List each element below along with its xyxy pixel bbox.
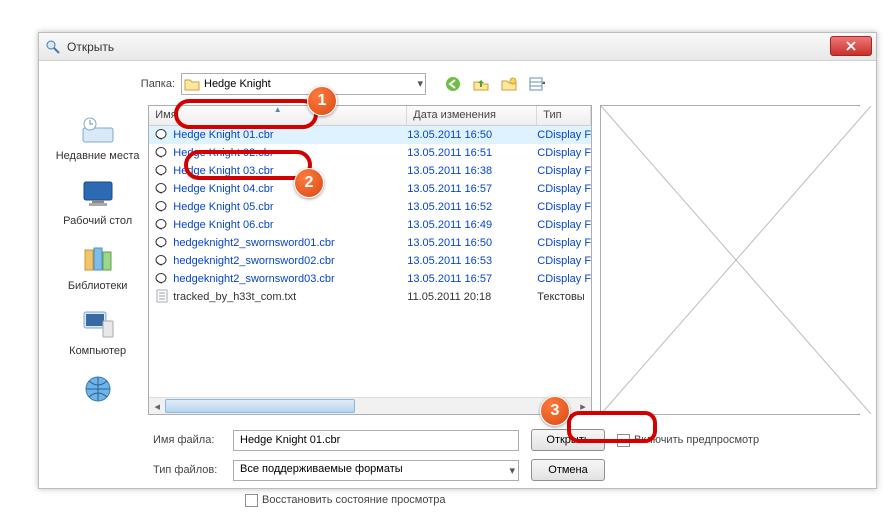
file-name: Hedge Knight 02.cbr — [173, 147, 273, 159]
place-desktop[interactable]: Рабочий стол — [47, 174, 148, 229]
file-date: 13.05.2011 16:49 — [407, 219, 537, 231]
window-title: Открыть — [67, 40, 114, 54]
computer-icon — [80, 306, 116, 342]
file-icon — [155, 289, 169, 306]
file-date: 13.05.2011 16:50 — [407, 237, 537, 249]
file-type: CDisplay F — [537, 237, 591, 249]
scroll-right-icon[interactable]: ▸ — [575, 398, 591, 415]
filetype-combo[interactable]: Все поддерживаемые форматы▾ — [233, 460, 519, 481]
file-row[interactable]: Hedge Knight 05.cbr 13.05.2011 16:52CDisp… — [149, 198, 591, 216]
file-row[interactable]: Hedge Knight 01.cbr 13.05.2011 16:50CDisp… — [149, 126, 591, 144]
file-date: 13.05.2011 16:57 — [407, 273, 537, 285]
file-date: 13.05.2011 16:38 — [407, 165, 537, 177]
file-name: Hedge Knight 03.cbr — [173, 165, 273, 177]
view-mode-button[interactable] — [526, 73, 548, 95]
checkbox-icon — [245, 494, 258, 507]
file-type: CDisplay F — [537, 129, 591, 141]
file-row[interactable]: tracked_by_h33t_com.txt 11.05.2011 20:18Т… — [149, 288, 591, 306]
annotation-badge-3: 3 — [540, 396, 570, 426]
folder-combo[interactable]: ▾ — [181, 73, 426, 95]
app-icon — [45, 39, 61, 55]
close-button[interactable] — [830, 36, 872, 56]
file-date: 13.05.2011 16:51 — [407, 147, 537, 159]
scroll-thumb[interactable] — [165, 399, 355, 413]
file-type: CDisplay F — [537, 147, 591, 159]
column-date[interactable]: Дата изменения — [407, 106, 537, 125]
file-row[interactable]: Hedge Knight 03.cbr 13.05.2011 16:38CDisp… — [149, 162, 591, 180]
file-icon — [155, 235, 169, 252]
file-row[interactable]: hedgeknight2_swornsword03.cbr 13.05.2011 … — [149, 270, 591, 288]
file-type: CDisplay F — [537, 255, 591, 267]
preview-pane — [600, 105, 860, 415]
file-date: 13.05.2011 16:50 — [407, 129, 537, 141]
restore-checkbox[interactable]: Восстановить состояние просмотра — [245, 494, 446, 507]
file-list: Имя▲ Дата изменения Тип Hedge Knight 01.… — [148, 105, 592, 415]
file-icon — [155, 217, 169, 234]
file-type: CDisplay F — [537, 183, 591, 195]
back-button[interactable] — [442, 73, 464, 95]
up-button[interactable] — [470, 73, 492, 95]
annotation-badge-2: 2 — [294, 168, 324, 198]
annotation-badge-1: 1 — [307, 86, 337, 116]
file-icon — [155, 271, 169, 288]
recent-icon — [80, 111, 116, 147]
folder-label: Папка: — [99, 78, 175, 90]
file-date: 13.05.2011 16:53 — [407, 255, 537, 267]
file-icon — [155, 145, 169, 162]
file-type: CDisplay F — [537, 165, 591, 177]
cancel-button[interactable]: Отмена — [531, 459, 605, 481]
file-icon — [155, 163, 169, 180]
file-date: 11.05.2011 20:18 — [407, 291, 537, 303]
filetype-label: Тип файлов: — [153, 464, 233, 476]
horizontal-scrollbar[interactable]: ◂ ▸ — [149, 397, 591, 414]
preview-checkbox[interactable]: Включить предпросмотр — [617, 434, 759, 447]
folder-input[interactable] — [181, 73, 426, 95]
file-type: Текстовы — [537, 291, 591, 303]
file-name: Hedge Knight 05.cbr — [173, 201, 273, 213]
file-name: tracked_by_h33t_com.txt — [173, 291, 296, 303]
file-name: Hedge Knight 04.cbr — [173, 183, 273, 195]
place-libraries[interactable]: Библиотеки — [47, 239, 148, 294]
folder-icon — [184, 76, 200, 92]
places-bar: Недавние места Рабочий стол Библиотеки К… — [47, 105, 148, 415]
titlebar: Открыть — [39, 33, 876, 61]
file-name: hedgeknight2_swornsword03.cbr — [173, 273, 334, 285]
open-button[interactable]: Открыть — [531, 429, 605, 451]
file-type: CDisplay F — [537, 273, 591, 285]
file-date: 13.05.2011 16:52 — [407, 201, 537, 213]
file-name: hedgeknight2_swornsword01.cbr — [173, 237, 334, 249]
file-icon — [155, 127, 169, 144]
place-computer[interactable]: Компьютер — [47, 304, 148, 359]
desktop-icon — [80, 176, 116, 212]
file-icon — [155, 199, 169, 216]
file-name: Hedge Knight 06.cbr — [173, 219, 273, 231]
network-icon — [80, 371, 116, 407]
sort-asc-icon: ▲ — [274, 105, 282, 114]
file-row[interactable]: hedgeknight2_swornsword02.cbr 13.05.2011 … — [149, 252, 591, 270]
file-row[interactable]: Hedge Knight 02.cbr 13.05.2011 16:51CDisp… — [149, 144, 591, 162]
file-type: CDisplay F — [537, 219, 591, 231]
file-icon — [155, 181, 169, 198]
file-name: hedgeknight2_swornsword02.cbr — [173, 255, 334, 267]
chevron-down-icon[interactable]: ▾ — [417, 77, 423, 90]
file-date: 13.05.2011 16:57 — [407, 183, 537, 195]
file-row[interactable]: hedgeknight2_swornsword01.cbr 13.05.2011 … — [149, 234, 591, 252]
filename-label: Имя файла: — [153, 434, 233, 446]
chevron-down-icon[interactable]: ▾ — [509, 464, 515, 477]
file-icon — [155, 253, 169, 270]
open-dialog: Открыть Папка: ▾ — [38, 32, 877, 489]
place-network[interactable] — [47, 369, 148, 412]
column-type[interactable]: Тип — [537, 106, 591, 125]
filename-input[interactable] — [233, 430, 519, 451]
column-name[interactable]: Имя▲ — [149, 106, 407, 125]
new-folder-button[interactable] — [498, 73, 520, 95]
scroll-left-icon[interactable]: ◂ — [149, 398, 165, 415]
file-name: Hedge Knight 01.cbr — [173, 129, 273, 141]
place-recent[interactable]: Недавние места — [47, 109, 148, 164]
file-row[interactable]: Hedge Knight 06.cbr 13.05.2011 16:49CDisp… — [149, 216, 591, 234]
checkbox-icon — [617, 434, 630, 447]
libraries-icon — [80, 241, 116, 277]
file-type: CDisplay F — [537, 201, 591, 213]
file-row[interactable]: Hedge Knight 04.cbr 13.05.2011 16:57CDisp… — [149, 180, 591, 198]
